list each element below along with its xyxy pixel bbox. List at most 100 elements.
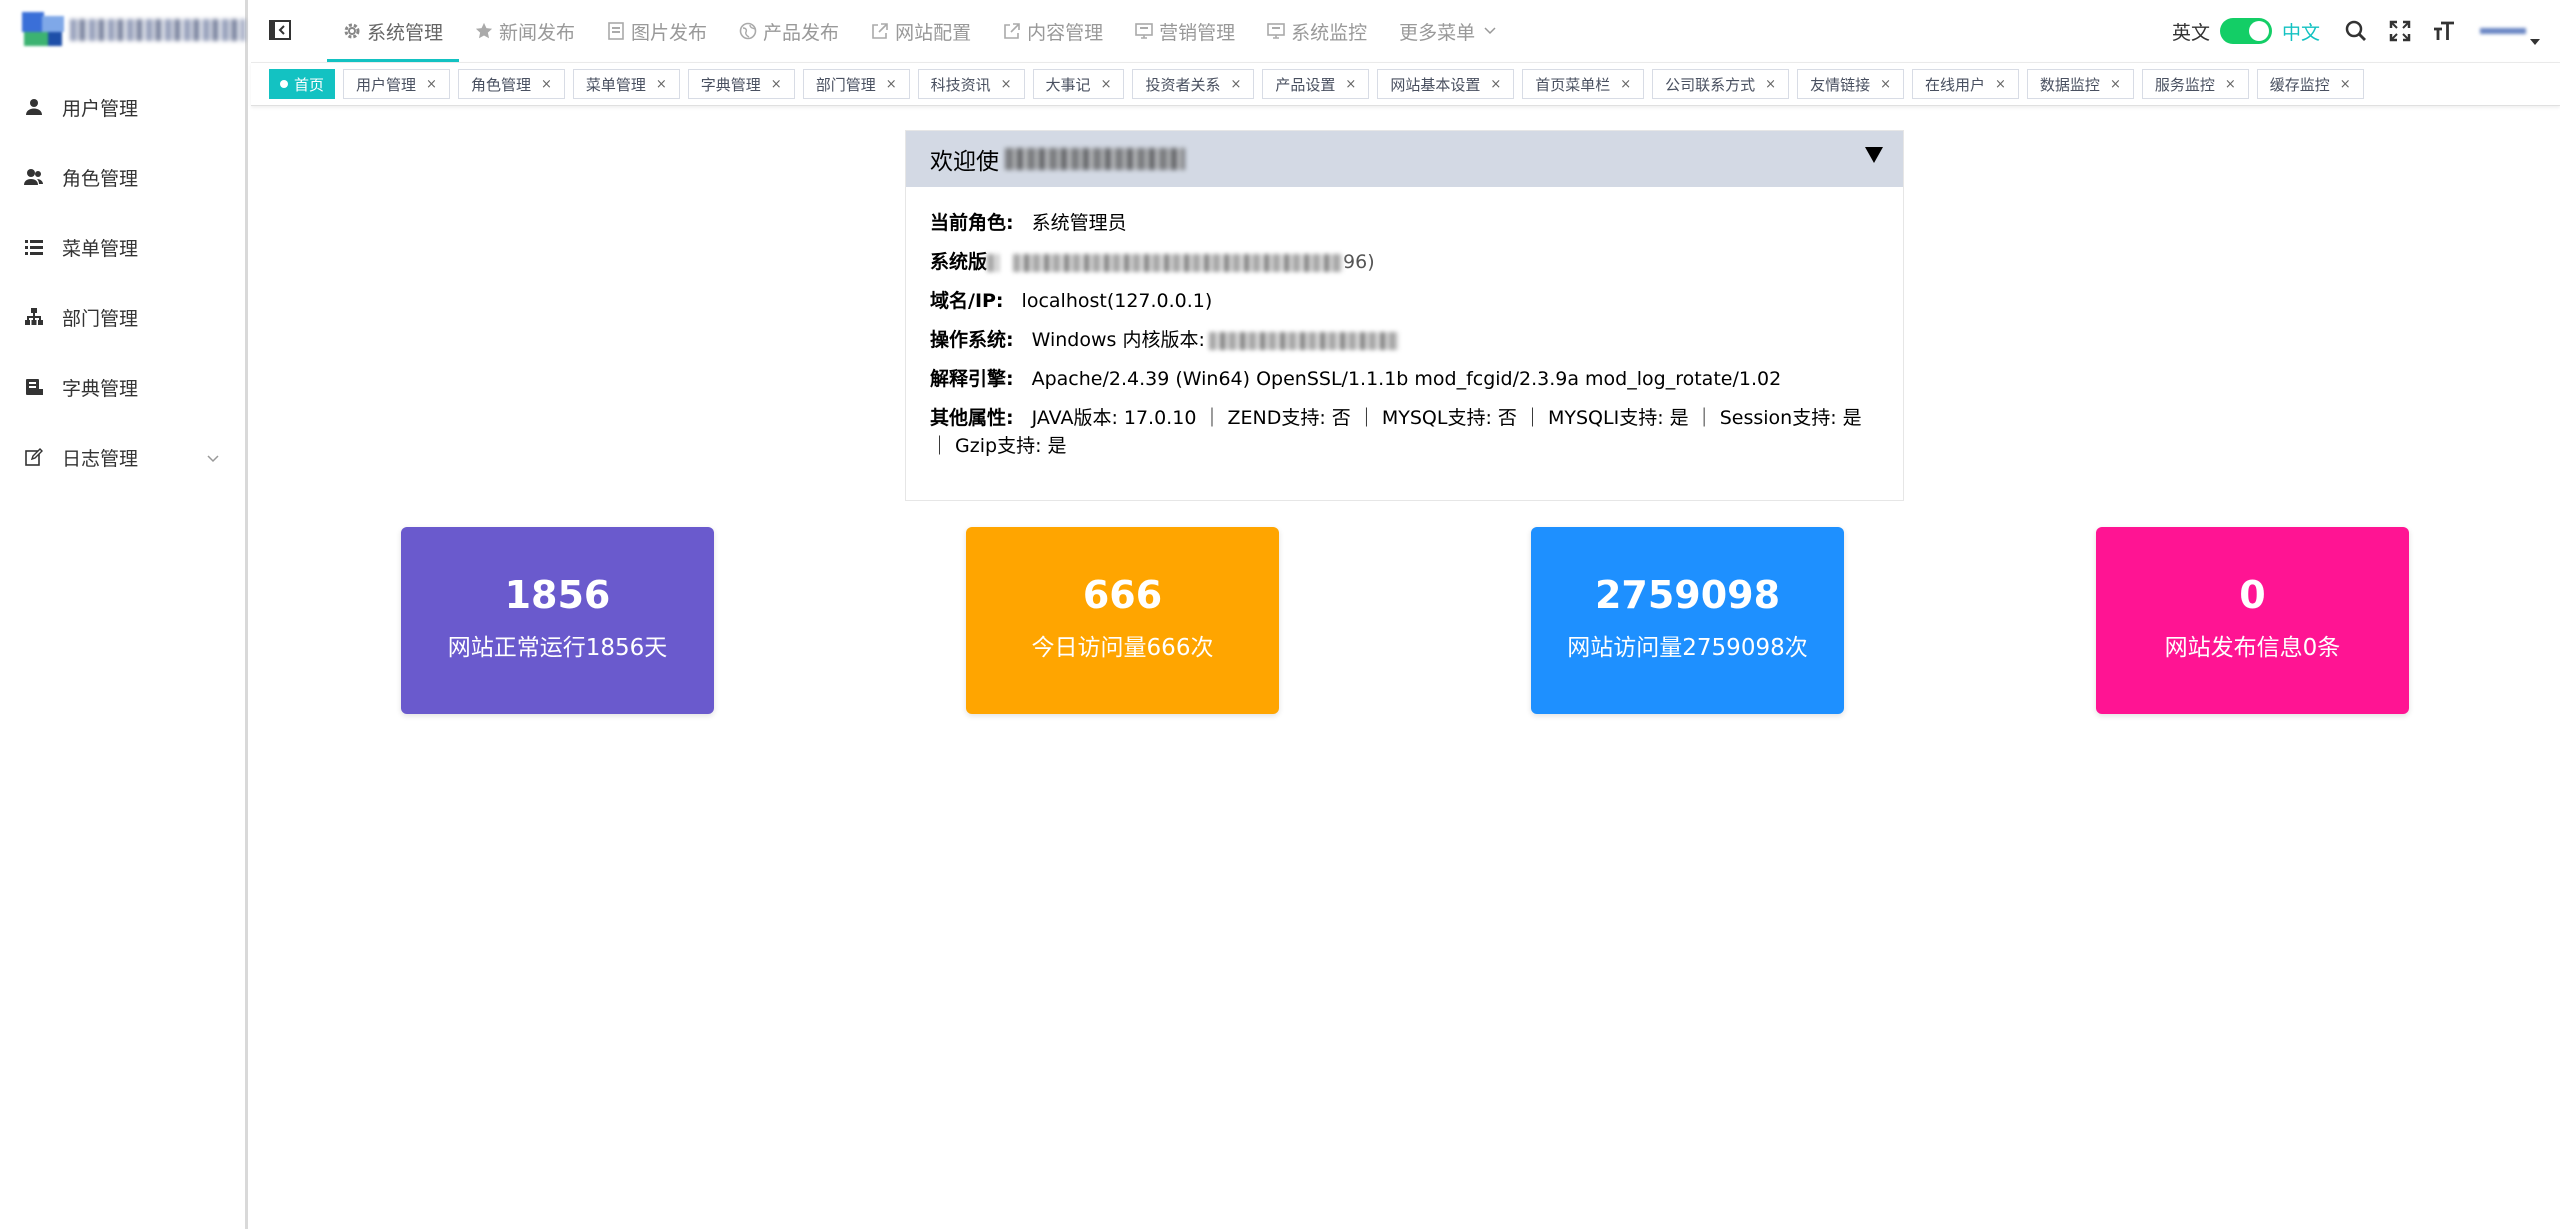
nav-images[interactable]: 图片发布	[591, 0, 723, 62]
sidebar-item-users[interactable]: 用户管理	[0, 72, 245, 142]
close-icon[interactable]: ×	[771, 77, 782, 92]
stat-description: 网站发布信息0条	[2164, 635, 2341, 661]
tab-service-monitor[interactable]: 服务监控 ×	[2141, 69, 2249, 99]
tab-investor-relations[interactable]: 投资者关系 ×	[1132, 69, 1255, 99]
logo[interactable]	[0, 0, 245, 60]
chevron-down-icon[interactable]	[2530, 30, 2540, 49]
close-icon[interactable]: ×	[656, 77, 667, 92]
sidebar-item-logs[interactable]: 日志管理	[0, 422, 245, 492]
nav-system-management[interactable]: 系统管理	[327, 0, 460, 62]
info-row-engine: 解释引擎: Apache/2.4.39 (Win64) OpenSSL/1.1.1…	[930, 365, 1879, 393]
star-icon	[475, 22, 493, 40]
fullscreen-icon[interactable]	[2388, 19, 2412, 43]
close-icon[interactable]: ×	[1995, 77, 2006, 92]
tab-company-contact[interactable]: 公司联系方式 ×	[1652, 69, 1790, 99]
close-icon[interactable]: ×	[2110, 77, 2121, 92]
user-icon	[24, 97, 44, 117]
tab-site-basic-settings[interactable]: 网站基本设置 ×	[1377, 69, 1515, 99]
tab-menu-management[interactable]: 菜单管理 ×	[572, 69, 680, 99]
lang-chinese-label[interactable]: 中文	[2282, 18, 2320, 45]
close-icon[interactable]: ×	[1765, 77, 1776, 92]
lang-english-label[interactable]: 英文	[2172, 18, 2210, 45]
tab-data-monitor[interactable]: 数据监控 ×	[2026, 69, 2134, 99]
redacted-username	[1005, 148, 1185, 170]
close-icon[interactable]: ×	[1230, 77, 1241, 92]
app-root: 用户管理 角色管理 菜单管理 部门管理 字典管理 日志管理 系统管理 新闻发布 …	[0, 0, 2560, 1229]
nav-monitoring[interactable]: 系统监控	[1251, 0, 1383, 62]
search-icon[interactable]	[2344, 19, 2368, 43]
nav-marketing[interactable]: 营销管理	[1119, 0, 1251, 62]
redacted-text	[987, 253, 1000, 272]
font-size-icon[interactable]	[2432, 19, 2456, 43]
collapse-icon	[269, 20, 291, 44]
close-icon[interactable]: ×	[2225, 77, 2236, 92]
stat-card-published: 0 网站发布信息0条	[2096, 527, 2409, 714]
tab-friend-links[interactable]: 友情链接 ×	[1797, 69, 1904, 99]
tab-label: 网站基本设置	[1390, 75, 1481, 94]
sidebar-item-roles[interactable]: 角色管理	[0, 142, 245, 212]
active-dot-icon	[280, 80, 288, 88]
list-icon	[24, 237, 44, 257]
tab-label: 字典管理	[700, 75, 761, 94]
nav-content[interactable]: 内容管理	[987, 0, 1119, 62]
tab-label: 首页	[294, 75, 325, 94]
close-icon[interactable]: ×	[1345, 77, 1356, 92]
close-icon[interactable]: ×	[541, 77, 552, 92]
tab-milestones[interactable]: 大事记 ×	[1032, 69, 1125, 99]
sidebar-item-departments[interactable]: 部门管理	[0, 282, 245, 352]
info-row-role: 当前角色: 系统管理员	[930, 209, 1879, 237]
close-icon[interactable]: ×	[1620, 77, 1631, 92]
tab-department-management[interactable]: 部门管理 ×	[802, 69, 910, 99]
sidebar-item-menus[interactable]: 菜单管理	[0, 212, 245, 282]
tab-product-settings[interactable]: 产品设置 ×	[1262, 69, 1370, 99]
nav-more-menu[interactable]: 更多菜单	[1383, 0, 1515, 62]
sidebar-collapse-button[interactable]	[269, 20, 291, 42]
nav-label: 产品发布	[763, 21, 840, 44]
header-actions: 英文 中文	[2172, 0, 2540, 62]
tab-user-management[interactable]: 用户管理 ×	[343, 69, 450, 99]
tab-home[interactable]: 首页	[269, 69, 336, 99]
tab-label: 友情链接	[1810, 75, 1871, 94]
tab-dictionary-management[interactable]: 字典管理 ×	[687, 69, 795, 99]
redacted-text	[1208, 331, 1399, 350]
nav-label: 更多菜单	[1399, 21, 1476, 44]
collapse-triangle-icon[interactable]	[1865, 147, 1883, 163]
info-row-domain: 域名/IP: localhost(127.0.0.1)	[930, 287, 1879, 315]
info-value: localhost(127.0.0.1)	[1021, 290, 1213, 312]
nav-site-config[interactable]: 网站配置	[855, 0, 987, 62]
close-icon[interactable]: ×	[1490, 77, 1501, 92]
close-icon[interactable]: ×	[1001, 77, 1012, 92]
tabs-bar: 首页 用户管理 × 角色管理 × 菜单管理 × 字典管理 × 部门管理 × 科技资讯 × 大…	[251, 62, 2560, 106]
sidebar-item-label: 用户管理	[62, 97, 139, 120]
info-value: Windows 内核版本:	[1031, 329, 1205, 351]
org-chart-icon	[24, 307, 44, 327]
tab-label: 投资者关系	[1145, 75, 1221, 94]
tab-cache-monitor[interactable]: 缓存监控 ×	[2256, 69, 2364, 99]
nav-label: 系统管理	[367, 21, 444, 44]
stat-number: 1856	[504, 573, 611, 617]
info-label: 其他属性:	[930, 407, 1014, 429]
nav-products[interactable]: 产品发布	[723, 0, 855, 62]
language-toggle[interactable]	[2219, 18, 2272, 44]
tab-tech-news[interactable]: 科技资讯 ×	[917, 69, 1025, 99]
tab-home-menu-bar[interactable]: 首页菜单栏 ×	[1522, 69, 1645, 99]
close-icon[interactable]: ×	[1101, 77, 1112, 92]
nav-label: 营销管理	[1159, 21, 1236, 44]
panel-header[interactable]: 欢迎使	[906, 131, 1903, 187]
tab-role-management[interactable]: 角色管理 ×	[457, 69, 565, 99]
tab-label: 首页菜单栏	[1535, 75, 1611, 94]
stat-number: 0	[2239, 573, 2266, 617]
stat-number: 666	[1082, 573, 1163, 617]
close-icon[interactable]: ×	[1880, 77, 1891, 92]
info-row-os: 操作系统: Windows 内核版本:	[930, 326, 1879, 354]
close-icon[interactable]: ×	[426, 77, 437, 92]
sidebar-item-dictionary[interactable]: 字典管理	[0, 352, 245, 422]
sidebar-menu: 用户管理 角色管理 菜单管理 部门管理 字典管理 日志管理	[0, 72, 245, 492]
top-nav: 系统管理 新闻发布 图片发布 产品发布 网站配置 内容管理 营销管理 系统监控 …	[327, 0, 1515, 62]
avatar[interactable]	[2476, 18, 2530, 44]
nav-news[interactable]: 新闻发布	[459, 0, 591, 62]
close-icon[interactable]: ×	[886, 77, 897, 92]
tab-label: 大事记	[1045, 75, 1091, 94]
close-icon[interactable]: ×	[2340, 77, 2351, 92]
tab-online-users[interactable]: 在线用户 ×	[1912, 69, 2019, 99]
